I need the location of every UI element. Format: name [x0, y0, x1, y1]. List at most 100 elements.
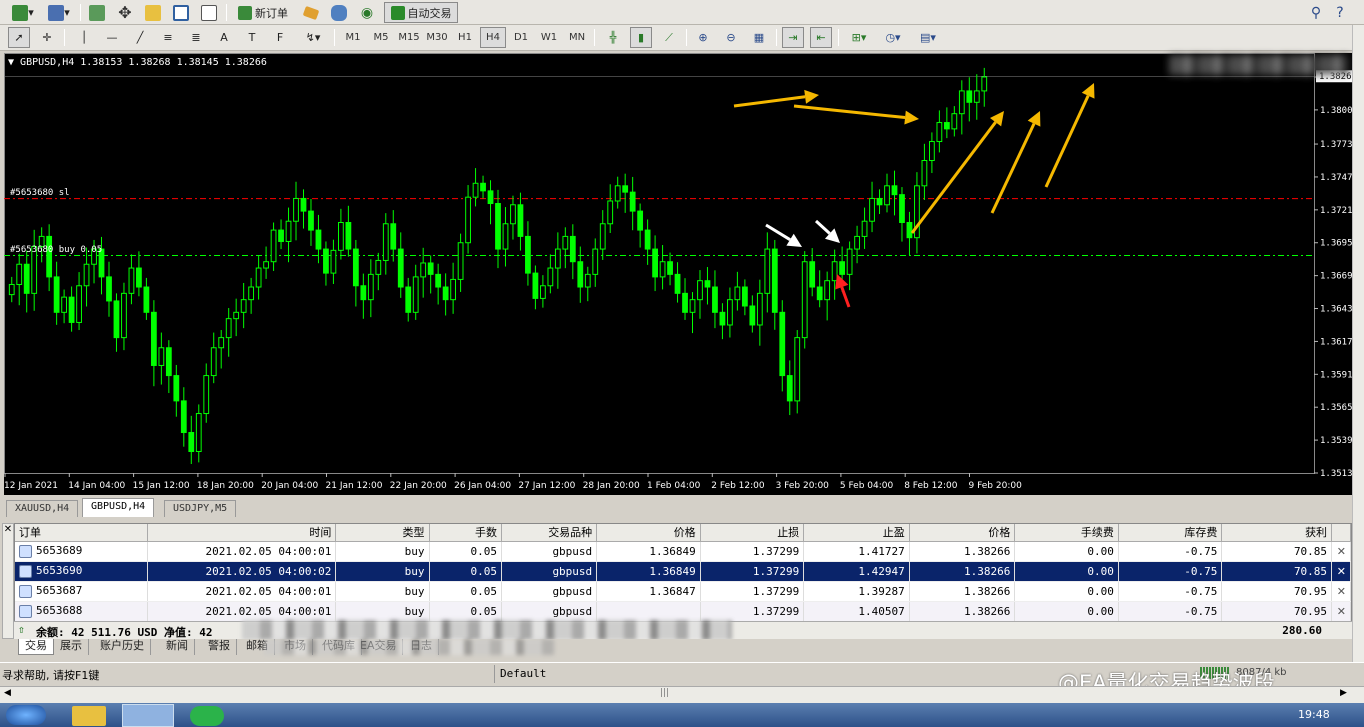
arrow-label-tool[interactable]: F	[270, 27, 290, 48]
column-header[interactable]: 获利	[1221, 524, 1333, 542]
column-header[interactable]: 止损	[700, 524, 805, 542]
order-row[interactable]: 5653688 2021.02.05 04:00:01 buy 0.05 gbpusd 1…	[15, 601, 1351, 622]
zoom-out-button[interactable]: ⊖	[720, 27, 742, 48]
scroll-left-icon[interactable]: ◀	[4, 688, 11, 698]
timeframe-h4[interactable]: H4	[480, 27, 506, 48]
search-button[interactable]: ⚲	[1306, 2, 1326, 23]
candle-body	[869, 197, 875, 222]
terminal-tab[interactable]: 账户历史	[94, 639, 151, 655]
cursor-tool[interactable]: ➚	[8, 27, 30, 48]
tile-windows-button[interactable]: ▦	[748, 27, 770, 48]
column-header[interactable]: 手数	[429, 524, 502, 542]
column-header[interactable]: 时间	[147, 524, 337, 542]
column-header[interactable]: 订单	[15, 524, 148, 542]
chart-tab[interactable]: GBPUSD,H4	[82, 498, 155, 517]
templates-button[interactable]: ▤▾	[912, 27, 944, 48]
close-order-icon[interactable]: ✕	[1331, 581, 1351, 602]
bar-chart-button[interactable]: ╬	[602, 27, 624, 48]
column-header[interactable]: 价格	[596, 524, 701, 542]
indicators-button[interactable]: ⊞▾	[844, 27, 874, 48]
close-icon[interactable]: ✕	[3, 524, 13, 535]
terminal-tab[interactable]: 警报	[202, 639, 237, 655]
new-order-button[interactable]: 新订单	[232, 2, 294, 23]
timeframe-d1[interactable]: D1	[508, 27, 534, 48]
terminal-app-icon[interactable]	[122, 704, 174, 727]
timeframe-m1[interactable]: M1	[340, 27, 366, 48]
candle-body	[495, 203, 501, 250]
crosshair-tool[interactable]: ✛	[36, 27, 58, 48]
column-header[interactable]: 价格	[909, 524, 1016, 542]
timeframe-m30[interactable]: M30	[424, 27, 450, 48]
column-header[interactable]: 类型	[335, 524, 430, 542]
database-button[interactable]	[328, 2, 350, 23]
fibo-tool[interactable]: ≣	[186, 27, 206, 48]
chart-tab[interactable]: XAUUSD,H4	[6, 500, 79, 517]
order-row[interactable]: 5653689 2021.02.05 04:00:01 buy 0.05 gbpusd 1…	[15, 541, 1351, 562]
tester-button[interactable]	[198, 2, 220, 23]
periods-button[interactable]: ◷▾	[878, 27, 908, 48]
candle-body	[270, 229, 277, 263]
terminal-button[interactable]	[170, 2, 192, 23]
candle-body	[338, 221, 344, 251]
candle-body	[480, 182, 486, 192]
wechat-icon[interactable]	[190, 706, 224, 726]
candle-chart-button[interactable]: ▮	[630, 27, 652, 48]
order-row[interactable]: 5653690 2021.02.05 04:00:02 buy 0.05 gbpusd 1…	[15, 561, 1351, 582]
vertical-line-tool[interactable]: │	[74, 27, 94, 48]
close-order-icon[interactable]: ✕	[1331, 541, 1351, 562]
scroll-right-icon[interactable]: ▶	[1340, 688, 1347, 698]
column-header[interactable]: 止盈	[803, 524, 910, 542]
auto-trading-button[interactable]: 自动交易	[384, 2, 458, 23]
channel-tool[interactable]: ≡	[158, 27, 178, 48]
terminal-tab[interactable]: 交易	[18, 639, 54, 655]
annotation-arrow-shaft	[765, 223, 791, 241]
timeframe-w1[interactable]: W1	[536, 27, 562, 48]
new-chart-button[interactable]: ▾	[8, 2, 38, 23]
autoscroll-button[interactable]: ⇥	[782, 27, 804, 48]
candle-body	[517, 204, 524, 237]
order-row[interactable]: 5653687 2021.02.05 04:00:01 buy 0.05 gbpusd 1…	[15, 581, 1351, 602]
candle-body	[158, 347, 165, 366]
shapes-tool[interactable]: ↯▾	[298, 27, 328, 48]
trendline-tool[interactable]: ╱	[130, 27, 150, 48]
close-order-icon[interactable]: ✕	[1331, 561, 1351, 582]
order-cell: buy	[335, 561, 430, 582]
column-header[interactable]: 交易品种	[501, 524, 598, 542]
explorer-icon[interactable]	[72, 706, 106, 726]
line-chart-button[interactable]: ⟋	[658, 27, 680, 48]
terminal-tab[interactable]: 新闻	[160, 639, 195, 655]
candle-body	[450, 278, 457, 301]
chart-window[interactable]: 1.38261.38001.37731.37471.37211.36951.36…	[4, 53, 1352, 495]
column-header[interactable]: 库存费	[1118, 524, 1223, 542]
timeframe-m5[interactable]: M5	[368, 27, 394, 48]
order-cell: 70.85	[1221, 561, 1333, 582]
timeframe-mn[interactable]: MN	[564, 27, 590, 48]
order-icon	[19, 544, 32, 558]
order-cell: 1.40507	[803, 601, 910, 622]
line-chart-icon: ⟋	[665, 30, 673, 44]
price-chart[interactable]: 1.38261.38001.37731.37471.37211.36951.36…	[4, 53, 1352, 495]
terminal-tab[interactable]: 展示	[54, 639, 89, 655]
help-button[interactable]: ?	[1330, 2, 1350, 23]
profiles-button[interactable]: ▾	[44, 2, 74, 23]
signal-button[interactable]: ◉	[356, 2, 378, 23]
timeframe-m15[interactable]: M15	[396, 27, 422, 48]
chart-shift-button[interactable]: ⇤	[810, 27, 832, 48]
horizontal-scrollbar[interactable]: ◀ ||| ▶	[0, 686, 1364, 703]
market-watch-button[interactable]	[86, 2, 108, 23]
column-header[interactable]: 手续费	[1014, 524, 1119, 542]
order-cell: 1.37299	[700, 601, 805, 622]
folder-button[interactable]	[142, 2, 164, 23]
navigator-button[interactable]: ✥	[114, 2, 136, 23]
close-order-icon[interactable]: ✕	[1331, 601, 1351, 622]
metaeditor-button[interactable]	[300, 2, 322, 23]
horizontal-line-tool[interactable]: —	[102, 27, 122, 48]
text-tool[interactable]: A	[214, 27, 234, 48]
zoom-in-button[interactable]: ⊕	[692, 27, 714, 48]
x-tick-label: 21 Jan 12:00	[326, 481, 383, 491]
chart-tab[interactable]: USDJPY,M5	[164, 500, 237, 517]
vertical-scrollbar[interactable]	[1352, 25, 1364, 685]
start-button[interactable]	[6, 705, 46, 725]
timeframe-h1[interactable]: H1	[452, 27, 478, 48]
label-tool[interactable]: T	[242, 27, 262, 48]
